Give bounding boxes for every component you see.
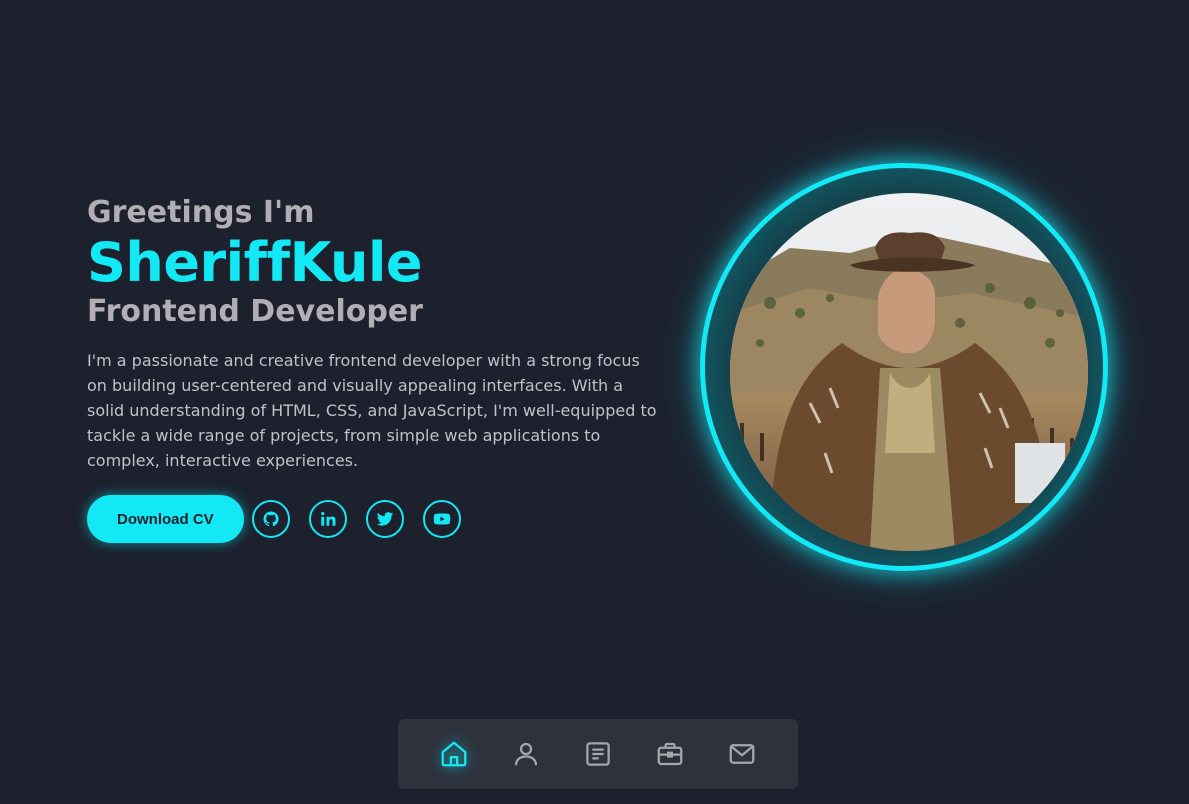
document-icon: [586, 742, 610, 766]
twitter-link[interactable]: [365, 500, 404, 538]
nav-about[interactable]: [508, 736, 545, 773]
profile-photo-illustration: [730, 193, 1088, 551]
nav-contact[interactable]: [724, 736, 761, 773]
github-link[interactable]: [251, 500, 290, 538]
user-icon: [514, 742, 538, 766]
developer-name: SheriffKule: [87, 231, 423, 294]
youtube-icon: [433, 513, 450, 525]
mail-icon: [729, 744, 755, 764]
briefcase-icon: [657, 742, 683, 766]
nav-portfolio[interactable]: [652, 736, 689, 773]
hero-intro: Greetings I'm SheriffKule Frontend Devel…: [87, 192, 667, 543]
bio-paragraph: I'm a passionate and creative frontend d…: [87, 351, 657, 470]
greeting-text: Greetings I'm: [87, 195, 315, 230]
bottom-navigation: [398, 719, 798, 789]
github-icon: [263, 511, 279, 527]
download-cv-button[interactable]: Download CV: [87, 495, 244, 543]
linkedin-icon: [320, 511, 336, 526]
hero-actions: Download CV: [87, 495, 667, 543]
page: Greetings I'm SheriffKule Frontend Devel…: [0, 0, 1189, 804]
twitter-icon: [376, 512, 393, 526]
portrait-frame: [700, 163, 1108, 571]
home-icon: [441, 741, 467, 767]
linkedin-link[interactable]: [308, 500, 347, 538]
nav-home[interactable]: [436, 736, 473, 773]
nav-resume[interactable]: [580, 736, 617, 773]
developer-role: Frontend Developer: [87, 294, 423, 329]
profile-photo: [730, 193, 1088, 551]
youtube-link[interactable]: [422, 500, 461, 538]
